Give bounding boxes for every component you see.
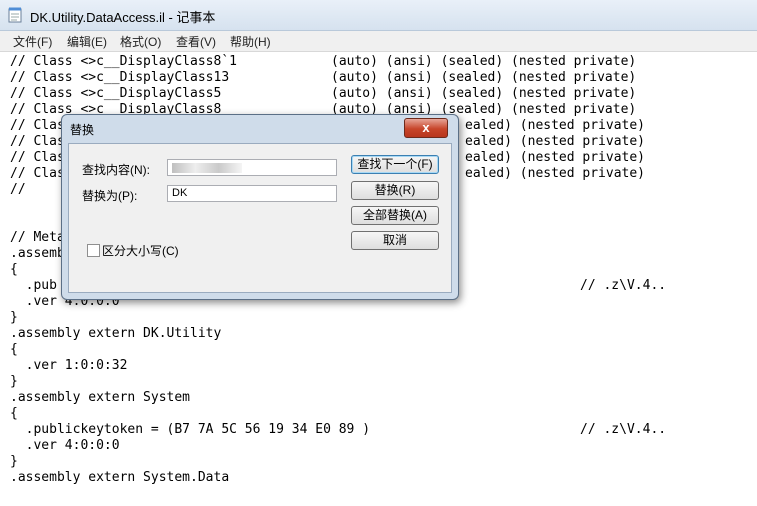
redacted-text: [172, 163, 242, 173]
editor-line: .assembly extern System.Data: [10, 470, 230, 485]
cancel-button[interactable]: 取消: [351, 231, 439, 250]
dialog-titlebar[interactable]: 替换 x: [62, 115, 458, 141]
window-titlebar[interactable]: DK.Utility.DataAccess.il - 记事本: [0, 0, 757, 31]
editor-attrs: (auto) (ansi) (sealed) (nested private): [331, 54, 637, 69]
editor-line: // Class <>c__DisplayClass8`1: [10, 54, 237, 69]
find-label: 查找内容(N):: [82, 163, 150, 177]
editor-line: .ver 1:0:0:32: [10, 358, 128, 373]
editor-comment: // .z\V.4..: [580, 278, 667, 293]
editor-line: }: [10, 310, 18, 325]
menu-view[interactable]: 查看(V): [176, 33, 216, 50]
find-input[interactable]: [167, 159, 337, 176]
dialog-body: 查找内容(N): 替换为(P): DK 区分大小写(C) 查找下一个(F) 替换…: [68, 143, 452, 293]
editor-line: // Class <>c__DisplayClass5: [10, 86, 222, 101]
editor-line: {: [10, 342, 18, 357]
menu-format[interactable]: 格式(O): [120, 33, 161, 50]
window-title: DK.Utility.DataAccess.il - 记事本: [30, 10, 216, 25]
editor-line: .assembly extern DK.Utility: [10, 326, 222, 341]
editor-line: }: [10, 454, 18, 469]
menu-help[interactable]: 帮助(H): [230, 33, 271, 50]
find-next-button[interactable]: 查找下一个(F): [351, 155, 439, 174]
editor-line: .ver 4:0:0:0: [10, 438, 120, 453]
editor-line: .assembly extern System: [10, 390, 191, 405]
replace-label: 替换为(P):: [82, 189, 138, 203]
replace-input[interactable]: DK: [167, 185, 337, 202]
menu-edit[interactable]: 编辑(E): [67, 33, 107, 50]
close-button[interactable]: x: [404, 118, 448, 138]
close-icon: x: [422, 120, 430, 135]
editor-attrs: ealed) (nested private): [465, 166, 646, 181]
editor-attrs: ealed) (nested private): [465, 134, 646, 149]
match-case-label: 区分大小写(C): [102, 244, 179, 258]
editor-comment: // .z\V.4..: [580, 422, 667, 437]
menu-bar: 文件(F) 编辑(E) 格式(O) 查看(V) 帮助(H): [0, 31, 757, 52]
replace-input-value: DK: [172, 187, 188, 199]
editor-line: // Meta: [10, 230, 65, 245]
editor-line: {: [10, 262, 18, 277]
editor-attrs: (auto) (ansi) (sealed) (nested private): [331, 86, 637, 101]
editor-attrs: ealed) (nested private): [465, 118, 646, 133]
dialog-title: 替换: [70, 123, 95, 137]
editor-line: .pub: [10, 278, 57, 293]
editor-line: //: [10, 182, 26, 197]
replace-dialog: 替换 x 查找内容(N): 替换为(P): DK 区分大小写(C) 查找下一个(…: [61, 114, 459, 300]
notepad-icon: [8, 7, 22, 23]
editor-attrs: (auto) (ansi) (sealed) (nested private): [331, 70, 637, 85]
editor-line: // Class <>c__DisplayClass13: [10, 70, 230, 85]
match-case-checkbox[interactable]: [87, 244, 100, 257]
menu-file[interactable]: 文件(F): [13, 33, 52, 50]
replace-button[interactable]: 替换(R): [351, 181, 439, 200]
replace-all-button[interactable]: 全部替换(A): [351, 206, 439, 225]
editor-line: {: [10, 406, 18, 421]
editor-line: }: [10, 374, 18, 389]
editor-attrs: ealed) (nested private): [465, 150, 646, 165]
editor-line: .publickeytoken = (B7 7A 5C 56 19 34 E0 …: [10, 422, 371, 437]
